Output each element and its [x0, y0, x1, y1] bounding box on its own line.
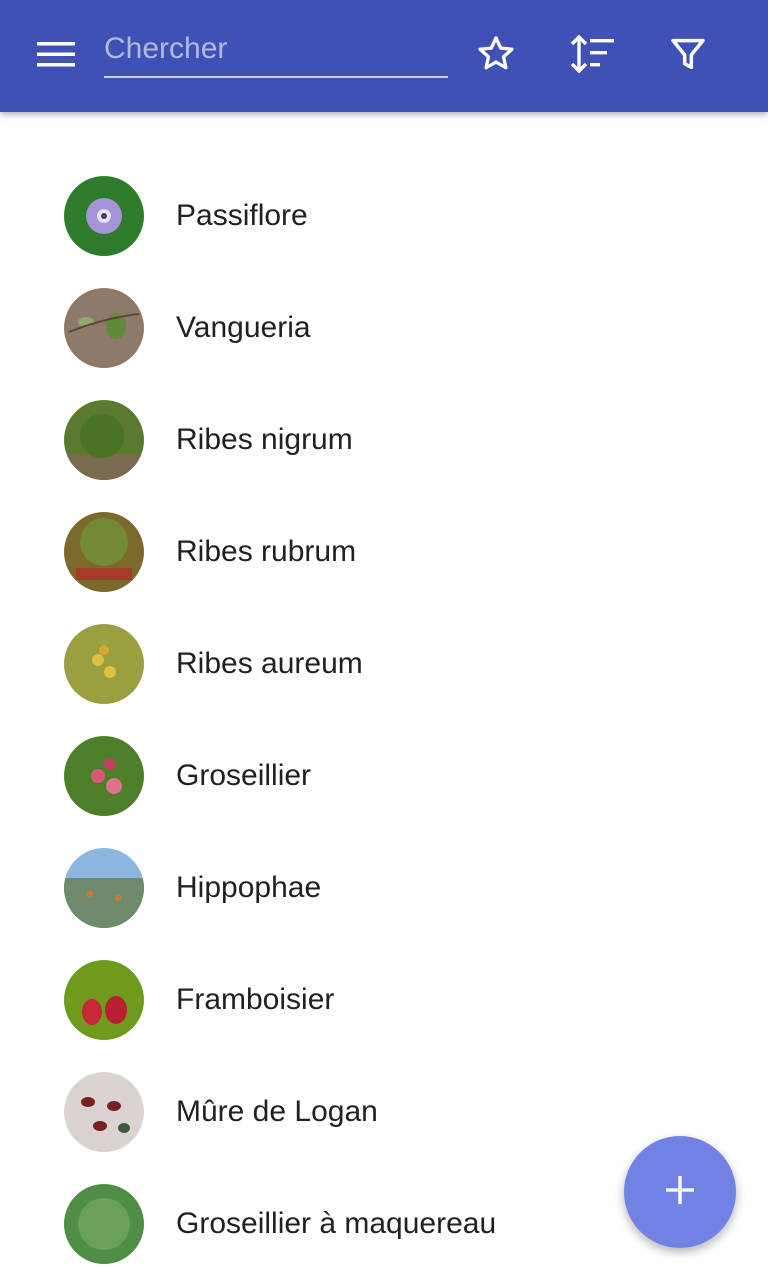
star-outline-icon — [474, 32, 518, 81]
search-input[interactable] — [104, 22, 448, 78]
plant-list: Passiflore Vangueria Ribes nigrum Ribes … — [0, 160, 768, 1280]
sort-icon — [569, 34, 615, 79]
plant-name: Ribes nigrum — [176, 423, 353, 456]
plant-thumbnail — [64, 1072, 144, 1152]
plant-name: Groseillier — [176, 759, 312, 792]
plant-thumbnail — [64, 176, 144, 256]
list-item[interactable]: Ribes aureum — [0, 608, 768, 720]
plant-thumbnail — [64, 512, 144, 592]
plant-name: Hippophae — [176, 871, 322, 904]
list-item[interactable]: Framboisier — [0, 944, 768, 1056]
plant-thumbnail — [64, 848, 144, 928]
plant-thumbnail — [64, 624, 144, 704]
top-app-bar — [0, 0, 768, 112]
list-item[interactable]: Hippophae — [0, 832, 768, 944]
plant-name: Vangueria — [176, 311, 311, 344]
list-item[interactable]: Vangueria — [0, 272, 768, 384]
favorites-button[interactable] — [468, 28, 524, 84]
plant-name: Framboisier — [176, 983, 335, 1016]
list-item[interactable]: Passiflore — [0, 160, 768, 272]
plant-name: Mûre de Logan — [176, 1095, 378, 1128]
plant-name: Passiflore — [176, 199, 308, 232]
search-field — [104, 22, 448, 82]
sort-button[interactable] — [564, 28, 620, 84]
filter-button[interactable] — [660, 28, 716, 84]
filter-icon — [668, 34, 708, 79]
plant-thumbnail — [64, 400, 144, 480]
plant-name: Groseillier à maquereau — [176, 1207, 497, 1240]
list-item[interactable]: Groseillier — [0, 720, 768, 832]
plant-name: Ribes rubrum — [176, 535, 357, 568]
list-item[interactable]: Ribes nigrum — [0, 384, 768, 496]
plant-thumbnail — [64, 736, 144, 816]
menu-button[interactable] — [24, 32, 88, 80]
plant-thumbnail — [64, 1184, 144, 1264]
add-plant-button[interactable] — [624, 1136, 736, 1248]
plant-name: Ribes aureum — [176, 647, 363, 680]
plus-icon — [664, 1174, 696, 1211]
list-item[interactable]: Ribes rubrum — [0, 496, 768, 608]
hamburger-menu-icon — [37, 40, 75, 73]
plant-thumbnail — [64, 288, 144, 368]
plant-thumbnail — [64, 960, 144, 1040]
